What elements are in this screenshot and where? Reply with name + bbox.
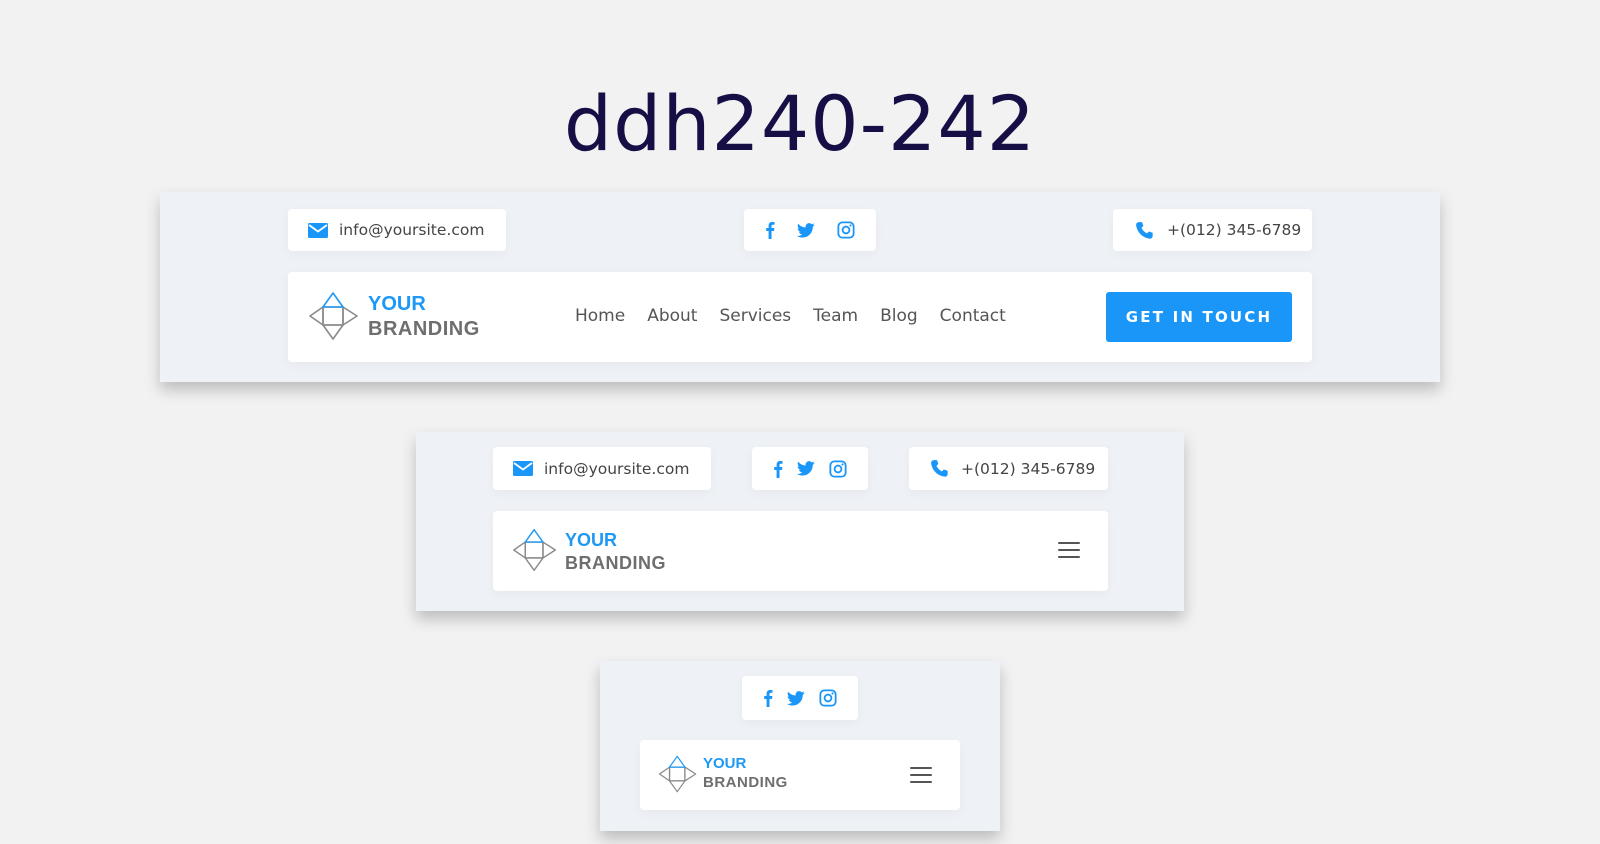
envelope-icon <box>513 461 533 476</box>
main-navbar: YOUR BRANDING Home About Services Team B… <box>288 272 1312 362</box>
page-title: ddh240-242 <box>563 79 1037 168</box>
twitter-icon[interactable] <box>797 223 815 238</box>
header-preview-mobile: YOUR BRANDING <box>600 661 1000 831</box>
nav-item-team[interactable]: Team <box>813 306 858 326</box>
facebook-icon[interactable] <box>765 221 775 239</box>
facebook-icon[interactable] <box>773 460 783 478</box>
primary-nav: Home About Services Team Blog Contact <box>575 306 1006 326</box>
envelope-icon <box>308 223 328 238</box>
social-links <box>742 676 858 720</box>
phone-icon <box>1135 221 1154 240</box>
brand-line-1: YOUR <box>565 530 618 550</box>
email-pill[interactable]: info@yoursite.com <box>493 447 711 490</box>
brand-line-2: BRANDING <box>703 773 788 791</box>
instagram-icon[interactable] <box>819 689 837 707</box>
hamburger-menu-icon[interactable] <box>910 767 932 783</box>
header-preview-tablet: info@yoursite.com +(012) 345-6789 YOUR B… <box>416 432 1184 611</box>
phone-pill[interactable]: +(012) 345-6789 <box>1113 209 1312 251</box>
brand-logo-icon[interactable] <box>658 754 698 794</box>
brand-logo-text[interactable]: YOUR BRANDING <box>703 755 788 793</box>
email-pill[interactable]: info@yoursite.com <box>288 209 506 251</box>
instagram-icon[interactable] <box>829 460 847 478</box>
nav-item-home[interactable]: Home <box>575 306 625 326</box>
email-link[interactable]: info@yoursite.com <box>544 460 689 478</box>
social-links <box>744 209 876 251</box>
hamburger-menu-icon[interactable] <box>1058 542 1080 558</box>
brand-line-1: YOUR <box>703 755 747 772</box>
header-preview-desktop: info@yoursite.com +(012) 345-6789 YOUR B… <box>160 192 1440 382</box>
brand-line-1: YOUR <box>368 293 426 315</box>
instagram-icon[interactable] <box>837 221 855 239</box>
email-link[interactable]: info@yoursite.com <box>339 221 484 239</box>
phone-link[interactable]: +(012) 345-6789 <box>1167 221 1301 239</box>
phone-icon <box>930 459 949 478</box>
phone-link[interactable]: +(012) 345-6789 <box>961 460 1095 478</box>
brand-line-2: BRANDING <box>368 318 480 340</box>
twitter-icon[interactable] <box>797 461 815 476</box>
nav-item-services[interactable]: Services <box>719 306 791 326</box>
main-navbar: YOUR BRANDING <box>640 740 960 810</box>
phone-pill[interactable]: +(012) 345-6789 <box>909 447 1108 490</box>
twitter-icon[interactable] <box>787 691 805 706</box>
main-navbar: YOUR BRANDING <box>493 511 1108 591</box>
brand-line-2: BRANDING <box>565 552 666 573</box>
facebook-icon[interactable] <box>763 689 773 707</box>
nav-item-about[interactable]: About <box>647 306 697 326</box>
brand-logo-icon[interactable] <box>512 527 558 573</box>
nav-item-contact[interactable]: Contact <box>940 306 1006 326</box>
social-links <box>752 447 868 490</box>
brand-logo-icon[interactable] <box>308 290 360 342</box>
brand-logo-text[interactable]: YOUR BRANDING <box>565 529 666 574</box>
nav-item-blog[interactable]: Blog <box>880 306 918 326</box>
brand-logo-text[interactable]: YOUR BRANDING <box>368 292 480 342</box>
get-in-touch-button[interactable]: GET IN TOUCH <box>1106 292 1292 342</box>
